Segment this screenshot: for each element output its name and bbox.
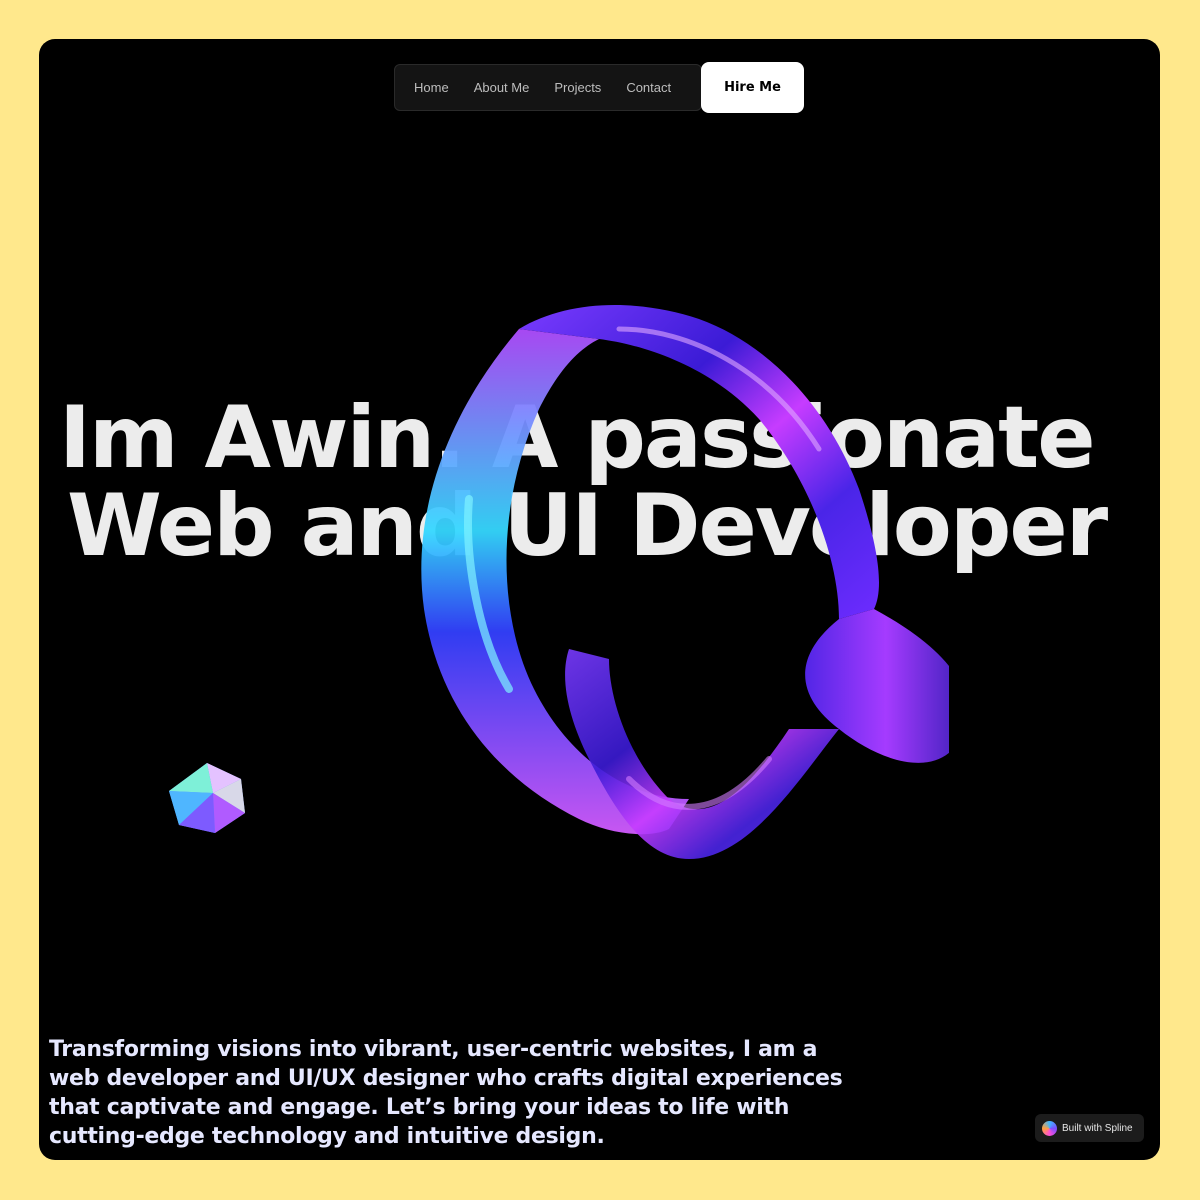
nav-item-home[interactable]: Home <box>414 80 449 95</box>
nav-item-contact[interactable]: Contact <box>626 80 671 95</box>
3d-ribbon-graphic <box>421 305 949 859</box>
hero-description: Transforming visions into vibrant, user-… <box>49 1037 843 1149</box>
badge-label: Built with Spline <box>1062 1122 1133 1134</box>
built-with-spline-badge[interactable]: Built with Spline <box>1035 1114 1144 1142</box>
icosahedron-gem <box>169 763 245 833</box>
spline-logo-icon <box>1042 1120 1057 1136</box>
hero-frame: Home About Me Projects Contact Hire Me I… <box>39 39 1160 1160</box>
nav-item-about[interactable]: About Me <box>474 80 530 95</box>
hire-me-button[interactable]: Hire Me <box>701 62 804 113</box>
top-nav: Home About Me Projects Contact <box>394 64 702 111</box>
nav-item-projects[interactable]: Projects <box>554 80 601 95</box>
